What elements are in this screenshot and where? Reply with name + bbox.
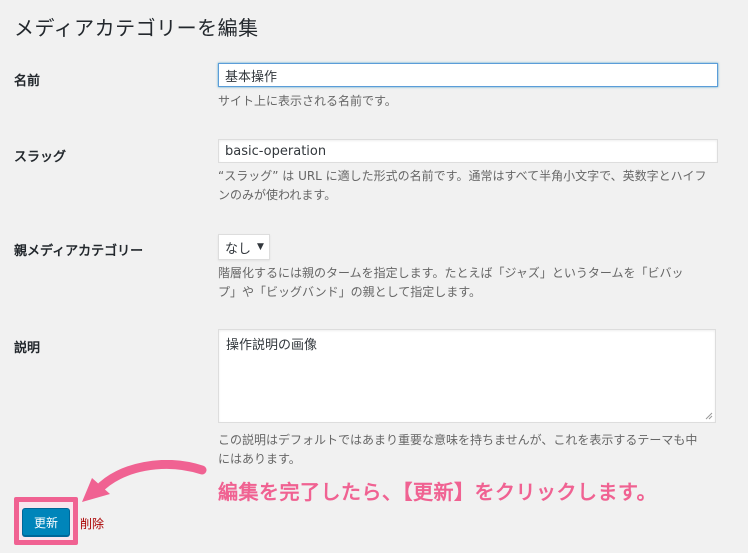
parent-description-line-2: プ」や「ビッグバンド」の親として指定します。: [218, 285, 482, 299]
parent-select[interactable]: なし ▼: [218, 234, 270, 260]
update-button[interactable]: 更新: [22, 508, 70, 536]
annotation-text: 編集を完了したら、【更新】をクリックします。: [218, 480, 657, 504]
description-help-line-1: この説明はデフォルトではあまり重要な意味を持ちませんが、これを表示するテーマも中: [218, 433, 698, 447]
name-description: サイト上に表示される名前です。: [218, 94, 397, 108]
slug-input-value: basic-operation: [225, 143, 327, 159]
slug-description-line-2: ンのみが使われます。: [218, 188, 337, 202]
page-title: メディアカテゴリーを編集: [14, 16, 259, 40]
name-input[interactable]: 基本操作: [218, 63, 718, 87]
name-label: 名前: [14, 74, 41, 89]
annotation-arrow-icon: [82, 460, 207, 502]
parent-label: 親メディアカテゴリー: [14, 244, 144, 259]
slug-input[interactable]: basic-operation: [218, 139, 718, 163]
name-input-value: 基本操作: [225, 69, 278, 85]
resize-grip-icon[interactable]: [705, 412, 713, 420]
parent-select-value: なし: [225, 241, 252, 257]
description-textarea-value: 操作説明の画像: [226, 338, 318, 353]
parent-description-line-1: 階層化するには親のタームを指定します。たとえば「ジャズ」というタームを「ビバッ: [218, 266, 684, 280]
description-label: 説明: [14, 341, 41, 356]
chevron-down-icon: ▼: [257, 242, 264, 252]
delete-link[interactable]: 削除: [80, 515, 104, 532]
slug-label: スラッグ: [14, 150, 67, 165]
description-textarea[interactable]: 操作説明の画像: [218, 329, 716, 423]
slug-description-line-1: “スラッグ” は URL に適した形式の名前です。通常はすべて半角小文字で、英数…: [218, 169, 707, 183]
description-help-line-2: にはあります。: [218, 452, 301, 466]
